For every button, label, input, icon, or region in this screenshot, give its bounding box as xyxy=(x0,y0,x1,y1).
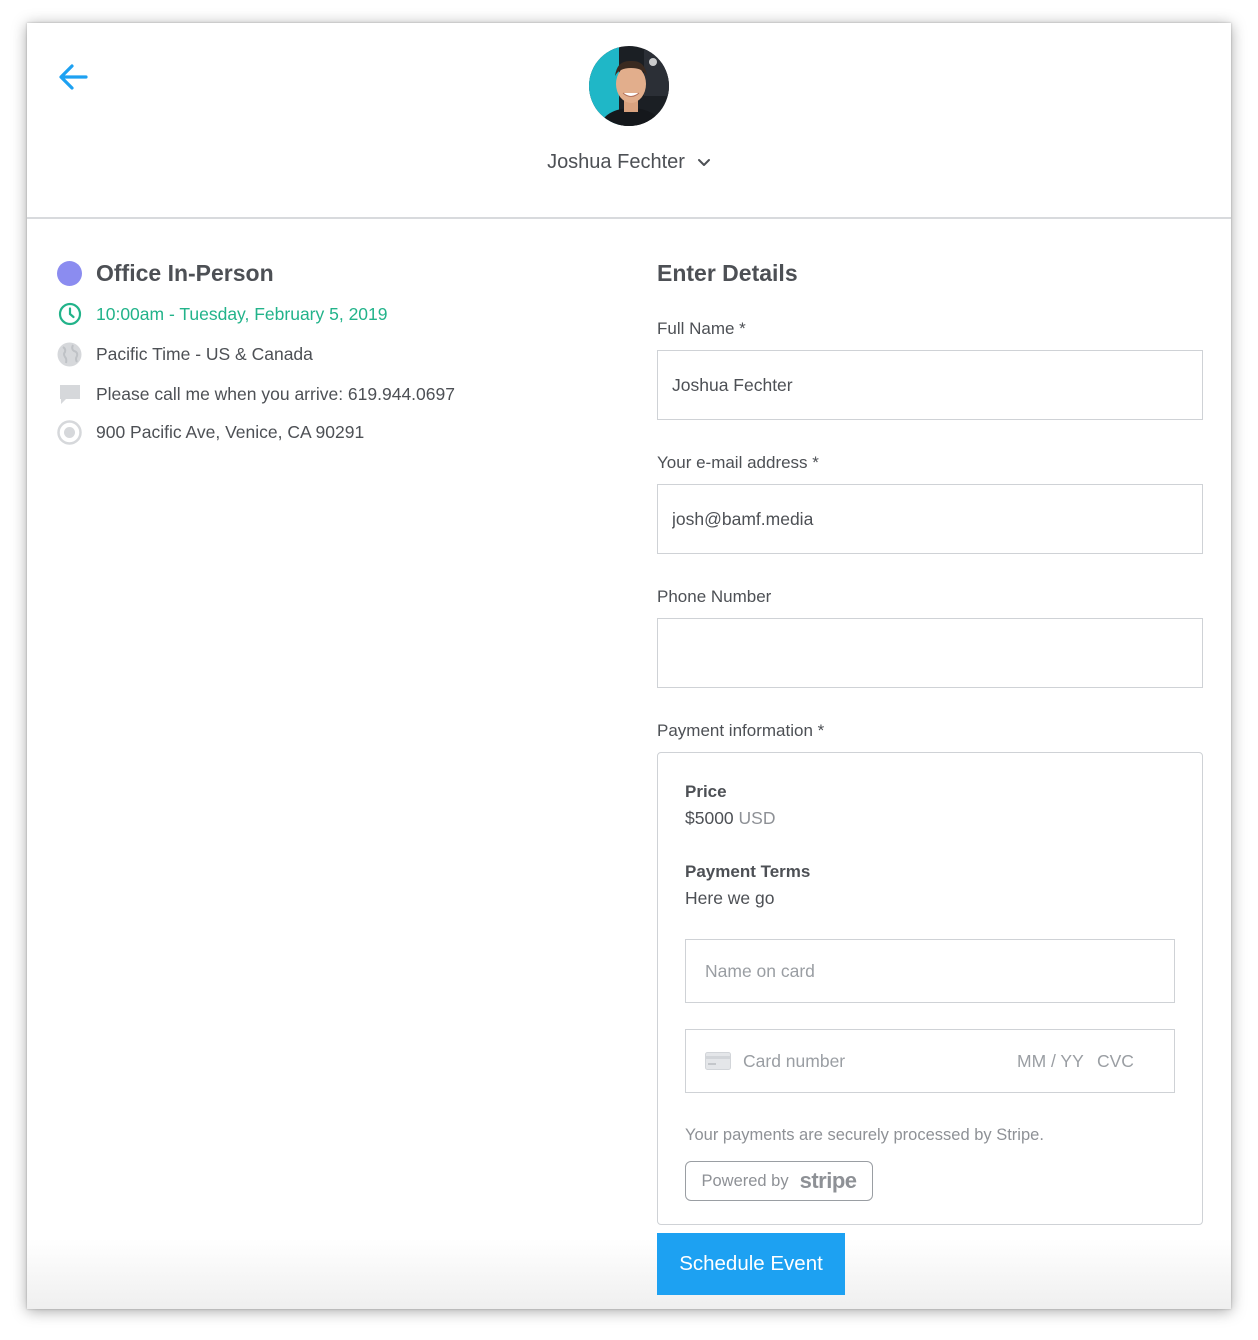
credit-card-icon xyxy=(705,1052,731,1070)
back-button[interactable] xyxy=(55,61,91,93)
name-on-card-input[interactable] xyxy=(685,939,1175,1003)
bottom-fade xyxy=(27,1239,1231,1309)
price-currency: USD xyxy=(738,808,776,828)
speech-bubble-icon xyxy=(57,382,82,407)
secure-note: Your payments are securely processed by … xyxy=(685,1126,1044,1144)
price-amount: $5000 xyxy=(685,808,734,828)
booking-window: Joshua Fechter Office In-Person 10:00am … xyxy=(27,23,1231,1309)
avatar xyxy=(589,46,669,126)
event-note: Please call me when you arrive: 619.944.… xyxy=(96,383,455,404)
full-name-input[interactable] xyxy=(657,350,1203,420)
phone-label: Phone Number xyxy=(657,587,772,606)
full-name-label: Full Name * xyxy=(657,319,746,338)
event-title: Office In-Person xyxy=(96,259,274,286)
event-location: 900 Pacific Ave, Venice, CA 90291 xyxy=(96,421,365,442)
payment-box: Price $5000 USD Payment Terms Here we go… xyxy=(657,752,1203,1225)
header: Joshua Fechter xyxy=(27,23,1231,219)
price-label: Price xyxy=(685,782,727,801)
payment-terms-label: Payment Terms xyxy=(685,862,811,881)
arrow-left-icon xyxy=(59,64,88,90)
event-datetime: 10:00am - Tuesday, February 5, 2019 xyxy=(96,303,388,324)
form-title: Enter Details xyxy=(657,260,798,286)
event-timezone: Pacific Time - US & Canada xyxy=(96,343,313,364)
cvc-placeholder[interactable]: CVC xyxy=(1097,1051,1134,1072)
location-pin-icon xyxy=(57,419,82,445)
card-number-placeholder: Card number xyxy=(743,1050,846,1071)
user-selector[interactable]: Joshua Fechter xyxy=(27,151,1231,174)
card-number-input[interactable]: Card number MM / YY CVC xyxy=(685,1029,1175,1093)
user-name: Joshua Fechter xyxy=(547,151,685,173)
payment-label: Payment information * xyxy=(657,721,825,740)
details-form: Enter Details Full Name * Your e-mail ad… xyxy=(657,259,1203,1225)
email-label: Your e-mail address * xyxy=(657,453,819,472)
powered-by-text: Powered by xyxy=(701,1171,789,1190)
chevron-down-icon xyxy=(697,158,710,166)
expiry-placeholder[interactable]: MM / YY xyxy=(1017,1051,1084,1072)
phone-input[interactable] xyxy=(657,618,1203,688)
stripe-logo: stripe xyxy=(799,1168,857,1193)
event-color-dot xyxy=(57,260,82,286)
schedule-event-button[interactable]: Schedule Event xyxy=(657,1233,845,1295)
event-details: Office In-Person 10:00am - Tuesday, Febr… xyxy=(57,259,617,446)
price-value: $5000 USD xyxy=(685,807,1175,829)
payment-terms-value: Here we go xyxy=(685,888,775,908)
powered-by-stripe-badge[interactable]: Powered by stripe xyxy=(685,1161,873,1201)
email-input[interactable] xyxy=(657,484,1203,554)
globe-icon xyxy=(57,342,82,367)
clock-icon xyxy=(57,302,82,327)
